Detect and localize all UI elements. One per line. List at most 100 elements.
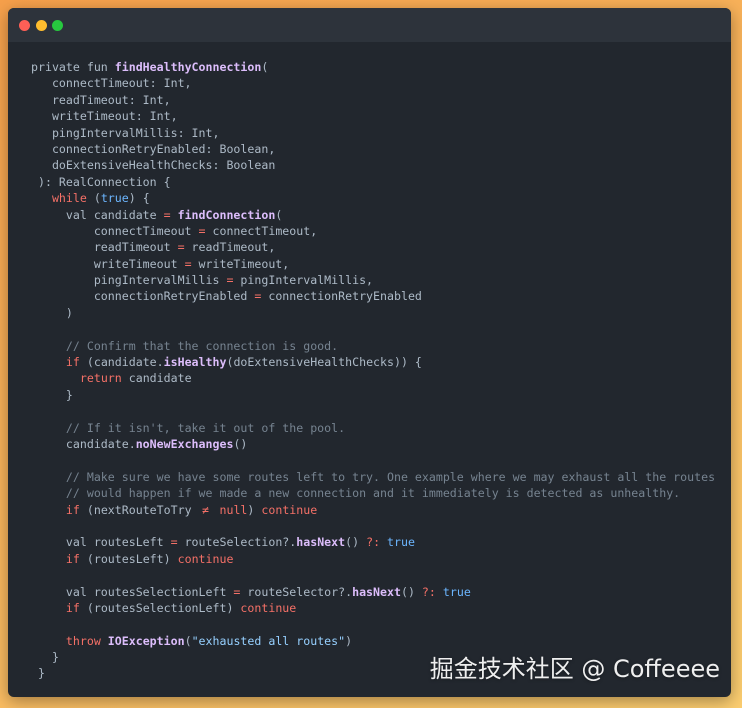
code-plain — [436, 585, 443, 599]
code-keyword: = — [163, 207, 171, 222]
code-plain: writeTimeout — [31, 256, 185, 271]
code-line: // If it isn't, take it out of the pool. — [31, 420, 731, 436]
code-line: return candidate — [31, 370, 731, 386]
code-line: while (true) { — [31, 190, 731, 206]
code-plain — [31, 371, 80, 385]
code-plain — [171, 208, 178, 222]
code-plain: () — [400, 584, 422, 599]
code-comment: // Make sure we have some routes left to… — [65, 469, 716, 484]
code-line: val routesSelectionLeft = routeSelector?… — [31, 584, 731, 600]
code-plain: ( — [86, 191, 101, 206]
code-constant: true — [100, 191, 129, 206]
code-plain: ): RealConnection { — [31, 174, 171, 189]
code-plain: ( — [261, 60, 269, 74]
code-string: "exhausted all routes" — [191, 633, 346, 648]
code-line: ): RealConnection { — [31, 174, 731, 190]
code-line: throw IOException("exhausted all routes"… — [31, 633, 731, 649]
code-line: doExtensiveHealthChecks: Boolean — [31, 157, 731, 173]
code-plain: connectionRetryEnabled — [261, 289, 422, 304]
code-line: writeTimeout = writeTimeout, — [31, 256, 731, 272]
code-line: readTimeout = readTimeout, — [31, 239, 731, 255]
close-button[interactable] — [19, 19, 30, 31]
code-plain — [31, 634, 66, 648]
code-plain: writeTimeout: Int, — [31, 109, 178, 124]
code-plain — [380, 535, 387, 549]
code-plain — [31, 601, 66, 615]
code-plain — [101, 634, 108, 648]
code-keyword: while — [51, 191, 87, 206]
code-plain — [31, 355, 66, 369]
code-keyword: continue — [177, 551, 234, 566]
code-line: if (candidate.isHealthy(doExtensiveHealt… — [31, 354, 731, 370]
code-keyword: throw — [65, 633, 101, 648]
code-plain: routeSelector?. — [240, 584, 353, 599]
code-keyword: ≠ — [202, 502, 210, 517]
code-line: // Confirm that the connection is good. — [31, 338, 731, 354]
code-plain: (routesSelectionLeft) — [79, 600, 241, 615]
code-function: findHealthyConnection — [114, 60, 262, 74]
code-plain: readTimeout — [31, 240, 178, 255]
code-constant: true — [387, 535, 415, 550]
code-plain: (nextRouteToTry — [79, 502, 199, 517]
code-plain: (candidate. — [79, 355, 164, 370]
code-function: IOException — [107, 633, 185, 648]
code-keyword: if — [65, 355, 80, 370]
code-line: readTimeout: Int, — [31, 92, 731, 108]
code-function: isHealthy — [163, 355, 227, 370]
code-plain: ( — [275, 207, 283, 222]
code-keyword: = — [170, 535, 178, 550]
code-block: private fun findHealthyConnection( conne… — [8, 42, 731, 682]
code-line: pingIntervalMillis = pingIntervalMillis, — [31, 272, 731, 288]
code-plain: routeSelection?. — [177, 535, 297, 550]
code-plain: } — [31, 666, 45, 681]
code-keyword: if — [65, 551, 80, 566]
code-plain: val routesLeft — [31, 535, 171, 550]
code-plain — [31, 552, 66, 566]
code-plain — [31, 339, 66, 353]
code-plain: ) { — [128, 191, 150, 206]
code-keyword: continue — [261, 502, 318, 517]
title-bar[interactable] — [8, 8, 731, 42]
code-plain: writeTimeout, — [191, 256, 290, 271]
code-function: hasNext — [352, 584, 401, 599]
code-keyword: continue — [240, 600, 297, 615]
code-constant: true — [442, 584, 471, 599]
code-plain: } — [31, 387, 73, 402]
code-line: if (nextRouteToTry ≠ null) continue — [31, 502, 731, 518]
code-line: // Make sure we have some routes left to… — [31, 469, 731, 485]
code-keyword: = — [177, 240, 185, 255]
code-plain — [31, 191, 52, 205]
code-plain: (routesLeft) — [79, 551, 178, 566]
code-plain — [31, 486, 66, 500]
code-plain: val candidate — [31, 207, 164, 222]
code-keyword: return — [79, 371, 122, 386]
code-plain: readTimeout, — [184, 240, 276, 255]
code-keyword: = — [198, 223, 206, 238]
code-plain: ) — [31, 305, 73, 320]
code-plain: connectionRetryEnabled — [31, 289, 255, 304]
minimize-button[interactable] — [35, 19, 47, 31]
code-line: connectTimeout: Int, — [31, 75, 731, 91]
code-line: val candidate = findConnection( — [31, 207, 731, 223]
code-line: // would happen if we made a new connect… — [31, 485, 731, 501]
code-plain: readTimeout: Int, — [31, 92, 171, 107]
code-line: connectionRetryEnabled = connectionRetry… — [31, 288, 731, 304]
code-plain: pingIntervalMillis: Int, — [31, 125, 220, 140]
code-plain: ( — [184, 633, 192, 648]
zoom-button[interactable] — [52, 19, 63, 31]
code-line: if (routesLeft) continue — [31, 551, 731, 567]
code-plain: connectTimeout — [31, 223, 199, 238]
code-line: pingIntervalMillis: Int, — [31, 125, 731, 141]
code-plain: connectTimeout: Int, — [31, 76, 192, 91]
code-plain: (doExtensiveHealthChecks)) { — [226, 355, 422, 370]
code-line: if (routesSelectionLeft) continue — [31, 600, 731, 616]
code-line: } — [31, 387, 731, 403]
code-plain — [31, 421, 66, 435]
code-line: connectionRetryEnabled: Boolean, — [31, 141, 731, 157]
code-function: findConnection — [177, 207, 276, 222]
code-plain: () — [233, 436, 248, 451]
code-comment: // Confirm that the connection is good. — [65, 338, 339, 353]
code-plain: pingIntervalMillis, — [233, 273, 374, 288]
